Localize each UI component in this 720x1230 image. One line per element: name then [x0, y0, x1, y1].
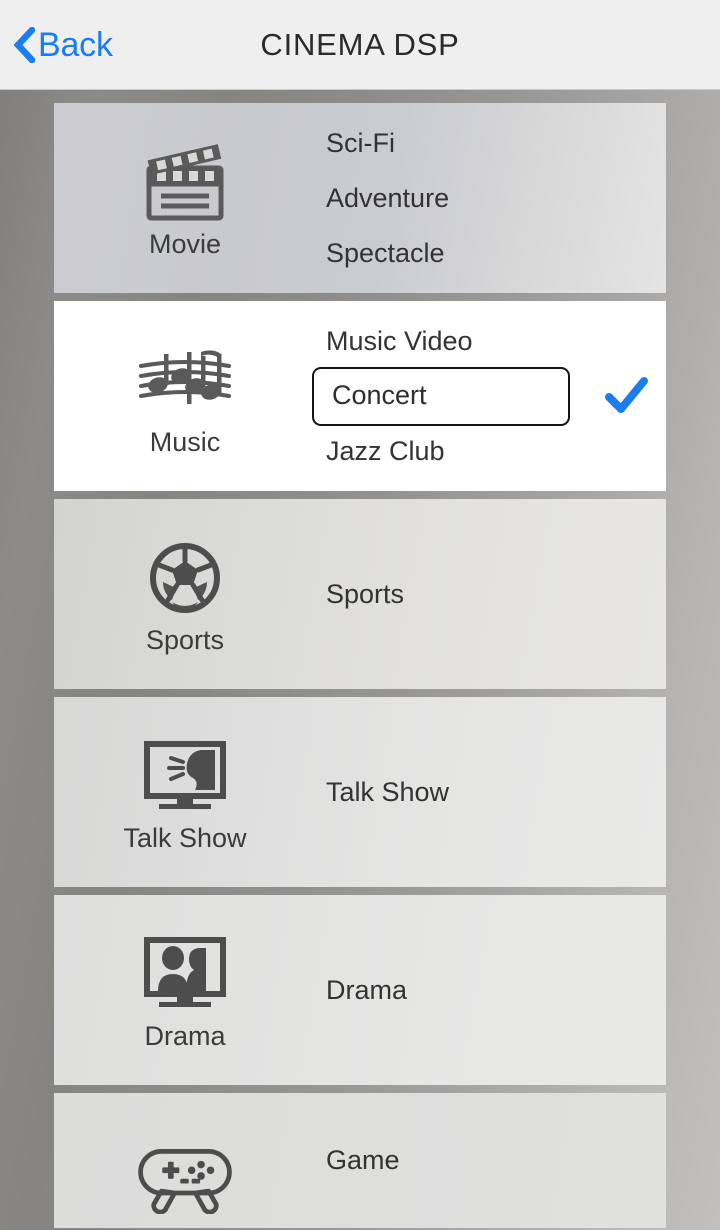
option-label: Sci-Fi: [326, 127, 395, 158]
option-label: Jazz Club: [326, 435, 445, 466]
category-label: Movie: [148, 228, 222, 259]
chevron-left-icon: [13, 26, 36, 63]
gamepad-icon: [133, 1132, 237, 1218]
dsp-row-drama[interactable]: Drama Drama: [54, 895, 666, 1085]
option-list-movie: Sci-Fi Adventure Spectacle: [316, 103, 666, 293]
dsp-row-movie[interactable]: Movie Sci-Fi Adventure Spectacle: [54, 103, 666, 293]
category-label: Music: [149, 426, 221, 457]
dsp-row-game[interactable]: Game Game: [54, 1093, 666, 1228]
category-movie: Movie: [54, 139, 316, 258]
soccer-ball-icon: [133, 535, 237, 621]
option-item[interactable]: Talk Show: [326, 776, 450, 807]
dsp-program-list[interactable]: Movie Sci-Fi Adventure Spectacle Music M…: [0, 91, 720, 1230]
selected-option-box[interactable]: Concert: [312, 366, 570, 426]
category-sports: Sports: [54, 535, 316, 654]
navigation-bar: Back CINEMA DSP: [0, 0, 720, 90]
option-list-music: Music Video Concert Jazz Club: [312, 301, 666, 491]
clapperboard-icon: [133, 139, 237, 225]
option-item-selected[interactable]: Concert: [312, 366, 650, 426]
option-item[interactable]: Sports: [326, 578, 405, 609]
option-item[interactable]: Music Video: [326, 314, 473, 369]
category-label: Talk Show: [123, 822, 247, 853]
category-talk-show: Talk Show: [54, 733, 316, 852]
app-root: Back CINEMA DSP Movie Sci-Fi Adventure S…: [0, 0, 720, 1230]
option-item[interactable]: Adventure: [326, 171, 449, 226]
tv-talking-head-icon: [133, 733, 237, 819]
option-item[interactable]: Game: [326, 1147, 400, 1174]
option-item[interactable]: Sci-Fi: [326, 116, 395, 171]
option-label: Sports: [326, 578, 405, 609]
back-label: Back: [38, 25, 113, 64]
dsp-row-music[interactable]: Music Music Video Concert Jazz Club: [54, 301, 666, 491]
category-drama: Drama: [54, 931, 316, 1050]
tv-two-people-icon: [133, 931, 237, 1017]
option-label: Adventure: [326, 182, 450, 213]
option-item[interactable]: Drama: [326, 974, 408, 1005]
option-item[interactable]: Jazz Club: [326, 424, 445, 479]
option-label: Spectacle: [326, 237, 445, 268]
option-item[interactable]: Spectacle: [326, 226, 445, 281]
category-label: Sports: [145, 624, 225, 655]
option-label: Music Video: [326, 325, 473, 356]
dsp-row-sports[interactable]: Sports Sports: [54, 499, 666, 689]
category-label: Drama: [144, 1020, 226, 1051]
category-music: Music: [54, 337, 316, 456]
option-list-talk-show: Talk Show: [316, 697, 666, 887]
option-label: Drama: [326, 974, 408, 1005]
option-list-sports: Sports: [316, 499, 666, 689]
category-game: Game: [54, 1104, 316, 1218]
back-button[interactable]: Back: [13, 25, 113, 64]
selected-option-label: Concert: [332, 379, 427, 410]
checkmark-icon: [602, 372, 650, 420]
option-list-game: Game: [316, 1093, 666, 1228]
option-list-drama: Drama: [316, 895, 666, 1085]
dsp-row-talk-show[interactable]: Talk Show Talk Show: [54, 697, 666, 887]
music-notes-icon: [133, 337, 237, 423]
option-label: Game: [326, 1145, 400, 1175]
option-label: Talk Show: [326, 776, 450, 807]
